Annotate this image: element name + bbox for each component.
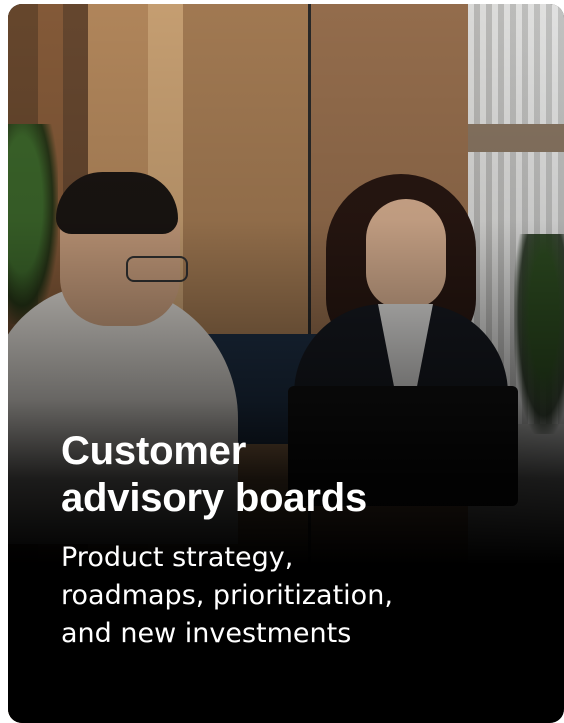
card-title: Customer advisory boards bbox=[61, 429, 368, 520]
customer-advisory-boards-card[interactable]: Customer advisory boards Product strateg… bbox=[8, 4, 564, 723]
card-description: Product strategy, roadmaps, prioritizati… bbox=[61, 542, 393, 649]
card-text: Customer advisory boards Product strateg… bbox=[61, 428, 531, 653]
